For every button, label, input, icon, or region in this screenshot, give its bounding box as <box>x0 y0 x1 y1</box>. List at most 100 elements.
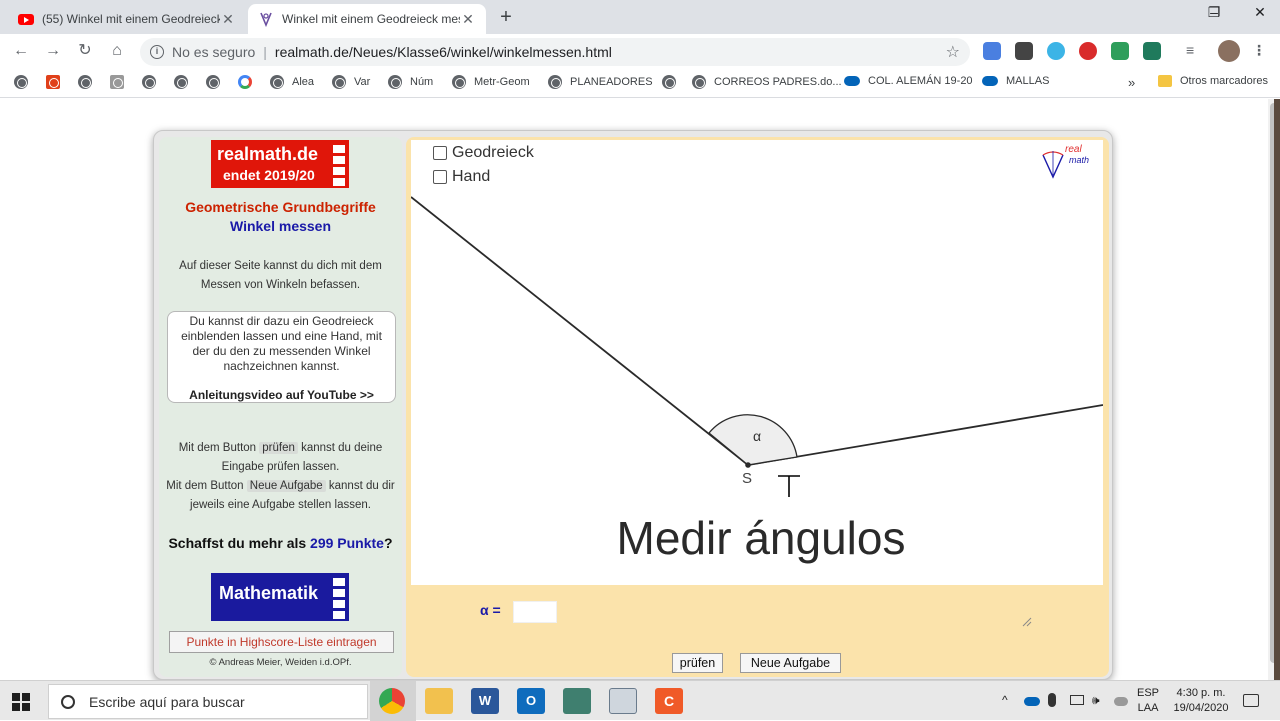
microphone-icon[interactable] <box>1048 693 1056 707</box>
bookmark-col-aleman[interactable]: COL. ALEMÁN 19-20 <box>844 75 973 87</box>
close-window-button[interactable]: ✕ <box>1240 4 1280 21</box>
challenge-suffix: ? <box>383 535 393 551</box>
bookmark-mallas[interactable]: MALLAS <box>982 75 1049 87</box>
extension-icon[interactable] <box>1047 42 1065 60</box>
language-indicator[interactable]: ESP LAA <box>1137 686 1159 716</box>
bookmark-icon-only[interactable] <box>110 75 132 89</box>
bookmark-correos-padres[interactable]: CORREOS PADRES.do... <box>692 75 842 89</box>
globe-icon <box>662 75 676 89</box>
info-icon[interactable]: i <box>150 45 164 59</box>
bookmarks-overflow-button[interactable]: » <box>1128 75 1135 90</box>
check-button[interactable]: prüfen <box>672 653 723 673</box>
bookmark-var[interactable]: Var <box>332 75 370 89</box>
bookmark-icon-only[interactable] <box>662 75 684 89</box>
bookmark-label: Metr-Geom <box>474 76 530 88</box>
globe-icon <box>388 75 402 89</box>
bookmark-label: COL. ALEMÁN 19-20 <box>868 75 973 87</box>
tray-overflow-icon[interactable]: ^ <box>1002 693 1008 707</box>
logo-bars-icon <box>333 145 345 189</box>
bookmark-icon-only[interactable] <box>142 75 164 89</box>
resize-grip-icon[interactable] <box>1020 615 1032 627</box>
home-button[interactable]: ⌂ <box>106 40 128 62</box>
topic-title: Winkel messen <box>229 218 332 234</box>
angle-canvas[interactable]: Geodreieck Hand real math α S Medir ángu… <box>411 140 1103 585</box>
chrome-icon[interactable] <box>379 688 405 714</box>
media-control-icon[interactable]: ≡ <box>1186 42 1204 60</box>
bookmark-planeadores[interactable]: PLANEADORES <box>548 75 653 89</box>
url-text[interactable]: realmath.de/Neues/Klasse6/winkel/winkelm… <box>275 44 612 60</box>
inline-new-task-label: Neue Aufgabe <box>246 480 326 492</box>
cloud-icon[interactable] <box>1114 697 1128 706</box>
new-task-button[interactable]: Neue Aufgabe <box>740 653 841 673</box>
globe-icon <box>206 75 220 89</box>
extension-icon[interactable] <box>1143 42 1161 60</box>
tab-youtube[interactable]: (55) Winkel mit einem Geodreieck m ✕ <box>8 4 246 34</box>
geometry-app-icon[interactable] <box>609 688 637 714</box>
vertex-point <box>745 462 751 468</box>
bookmark-icon-only[interactable] <box>14 75 36 89</box>
taskbar-clock[interactable]: 4:30 p. m. 19/04/2020 <box>1166 686 1236 716</box>
subject-title: Geometrische Grundbegriffe <box>185 199 376 215</box>
bookmark-num[interactable]: Núm <box>388 75 433 89</box>
inline-check-label: prüfen <box>259 442 298 454</box>
bookmark-label: Var <box>354 76 371 88</box>
angle-answer-input[interactable] <box>513 601 557 623</box>
bookmark-icon-only[interactable] <box>238 75 258 89</box>
logo-text: realmath.de <box>217 144 319 164</box>
maximize-button[interactable]: ❐ <box>1194 4 1234 21</box>
onedrive-icon[interactable] <box>1024 697 1040 706</box>
search-placeholder: Escribe aquí para buscar <box>89 693 245 710</box>
bookmark-icon-only[interactable] <box>78 75 100 89</box>
desktop-background-strip <box>1274 99 1280 680</box>
battery-icon[interactable] <box>1070 695 1084 705</box>
forward-button[interactable]: → <box>42 40 64 62</box>
new-tab-button[interactable]: + <box>496 6 516 29</box>
adblock-icon[interactable] <box>1079 42 1097 60</box>
clock-time: 4:30 p. m. <box>1176 687 1226 699</box>
other-bookmarks[interactable]: Otros marcadores <box>1158 75 1268 87</box>
security-status: No es seguro <box>172 44 256 60</box>
close-icon[interactable]: ✕ <box>460 11 476 28</box>
bookmark-metr-geom[interactable]: Metr-Geom <box>452 75 530 89</box>
extension-icon[interactable] <box>1015 42 1033 60</box>
highscore-button[interactable]: Punkte in Highscore-Liste eintragen <box>169 631 394 653</box>
extension-icon[interactable] <box>1111 42 1129 60</box>
translate-extension-icon[interactable] <box>983 42 1001 60</box>
bookmark-icon-only[interactable] <box>206 75 228 89</box>
realmath-favicon-icon <box>260 12 272 27</box>
reload-button[interactable]: ↻ <box>74 40 96 62</box>
file-explorer-icon[interactable] <box>425 688 453 714</box>
angle-alpha-label: α <box>753 428 762 444</box>
bookmark-star-icon[interactable]: ☆ <box>946 42 960 62</box>
bookmark-label: PLANEADORES <box>570 76 653 88</box>
app-icon <box>46 75 60 89</box>
bookmark-icon-only[interactable] <box>174 75 196 89</box>
folder-icon <box>1158 75 1172 87</box>
avatar[interactable] <box>1218 40 1240 62</box>
browser-toolbar: ← → ↻ ⌂ i No es seguro | realmath.de/Neu… <box>0 34 1280 68</box>
windows-start-icon[interactable] <box>12 693 30 711</box>
challenge-prefix: Schaffst du mehr als <box>168 535 307 551</box>
taskbar-search-box[interactable]: Escribe aquí para buscar <box>48 684 368 719</box>
info-text: Du kannst dir dazu ein Geodreieck einble… <box>181 314 382 373</box>
app-icon[interactable]: C <box>655 688 683 714</box>
onedrive-icon <box>844 76 860 86</box>
outlook-icon[interactable]: O <box>517 688 545 714</box>
youtube-video-link[interactable]: Anleitungsvideo auf YouTube >> <box>174 388 389 403</box>
address-bar[interactable]: i No es seguro | realmath.de/Neues/Klass… <box>140 38 970 66</box>
tab-realmath[interactable]: Winkel mit einem Geodreieck messe ✕ <box>248 4 486 34</box>
close-icon[interactable]: ✕ <box>220 11 236 28</box>
globe-icon <box>142 75 156 89</box>
back-button[interactable]: ← <box>10 40 32 62</box>
volume-icon[interactable]: 🕪 <box>1092 693 1100 708</box>
realmath-logo[interactable]: realmath.de endet 2019/20 <box>211 140 349 188</box>
bookmark-alea[interactable]: Alea <box>270 75 314 89</box>
notifications-icon[interactable] <box>1243 694 1259 707</box>
word-icon[interactable]: W <box>471 688 499 714</box>
bookmark-icon-only[interactable] <box>46 75 68 89</box>
mathematik-logo[interactable]: Mathematik <box>211 573 349 621</box>
help-text-2a: Mit dem Button <box>166 480 244 492</box>
app-icon[interactable] <box>563 688 591 714</box>
page-icon <box>110 75 124 89</box>
menu-icon[interactable]: ⋮ <box>1252 42 1270 60</box>
